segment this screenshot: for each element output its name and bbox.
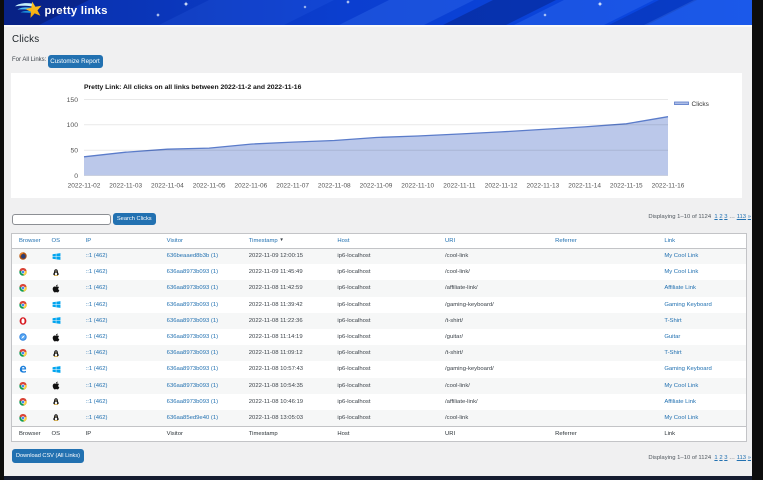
svg-text:2022-11-14: 2022-11-14: [568, 183, 601, 190]
svg-text:2022-11-15: 2022-11-15: [610, 183, 643, 190]
svg-text:2022-11-12: 2022-11-12: [485, 183, 518, 190]
svg-text:pretty links: pretty links: [45, 5, 108, 17]
svg-text:2022-11-13: 2022-11-13: [527, 183, 560, 190]
svg-text:2022-11-04: 2022-11-04: [151, 183, 184, 190]
svg-text:2022-11-02: 2022-11-02: [68, 183, 101, 190]
svg-text:Clicks: Clicks: [692, 101, 710, 108]
svg-text:100: 100: [67, 122, 79, 129]
svg-text:2022-11-10: 2022-11-10: [401, 183, 434, 190]
svg-text:2022-11-05: 2022-11-05: [193, 183, 226, 190]
svg-text:2022-11-08: 2022-11-08: [318, 183, 351, 190]
svg-text:Pretty Link: All clicks on all: Pretty Link: All clicks on all links bet…: [84, 84, 302, 91]
svg-text:2022-11-16: 2022-11-16: [652, 183, 685, 190]
svg-text:150: 150: [67, 97, 79, 104]
svg-text:50: 50: [70, 148, 78, 155]
svg-text:2022-11-07: 2022-11-07: [276, 183, 309, 190]
svg-text:2022-11-03: 2022-11-03: [109, 183, 142, 190]
svg-text:2022-11-11: 2022-11-11: [443, 183, 476, 190]
svg-text:2022-11-09: 2022-11-09: [360, 183, 393, 190]
svg-text:2022-11-06: 2022-11-06: [235, 183, 268, 190]
svg-text:0: 0: [74, 173, 78, 180]
